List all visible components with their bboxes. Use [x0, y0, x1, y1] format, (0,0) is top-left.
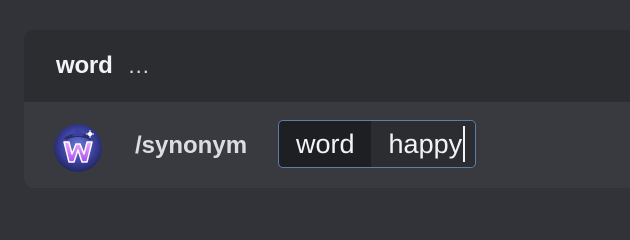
- option-header: word ...: [24, 30, 630, 102]
- chat-input-row[interactable]: /synonym word happy: [24, 102, 630, 188]
- slash-command-label: /synonym: [135, 132, 248, 159]
- option-value-text: happy: [388, 128, 463, 159]
- option-value-input[interactable]: happy: [370, 121, 476, 167]
- autocomplete-panel: word ... /synonym word happy: [24, 30, 630, 188]
- command-option-field[interactable]: word happy: [278, 120, 477, 168]
- option-name-label: word: [279, 121, 371, 167]
- bot-avatar: [54, 124, 102, 172]
- option-header-title: word: [56, 52, 113, 79]
- text-caret: [463, 126, 466, 162]
- option-header-ellipsis: ...: [128, 53, 150, 78]
- w-wizard-logo-icon: [54, 124, 102, 172]
